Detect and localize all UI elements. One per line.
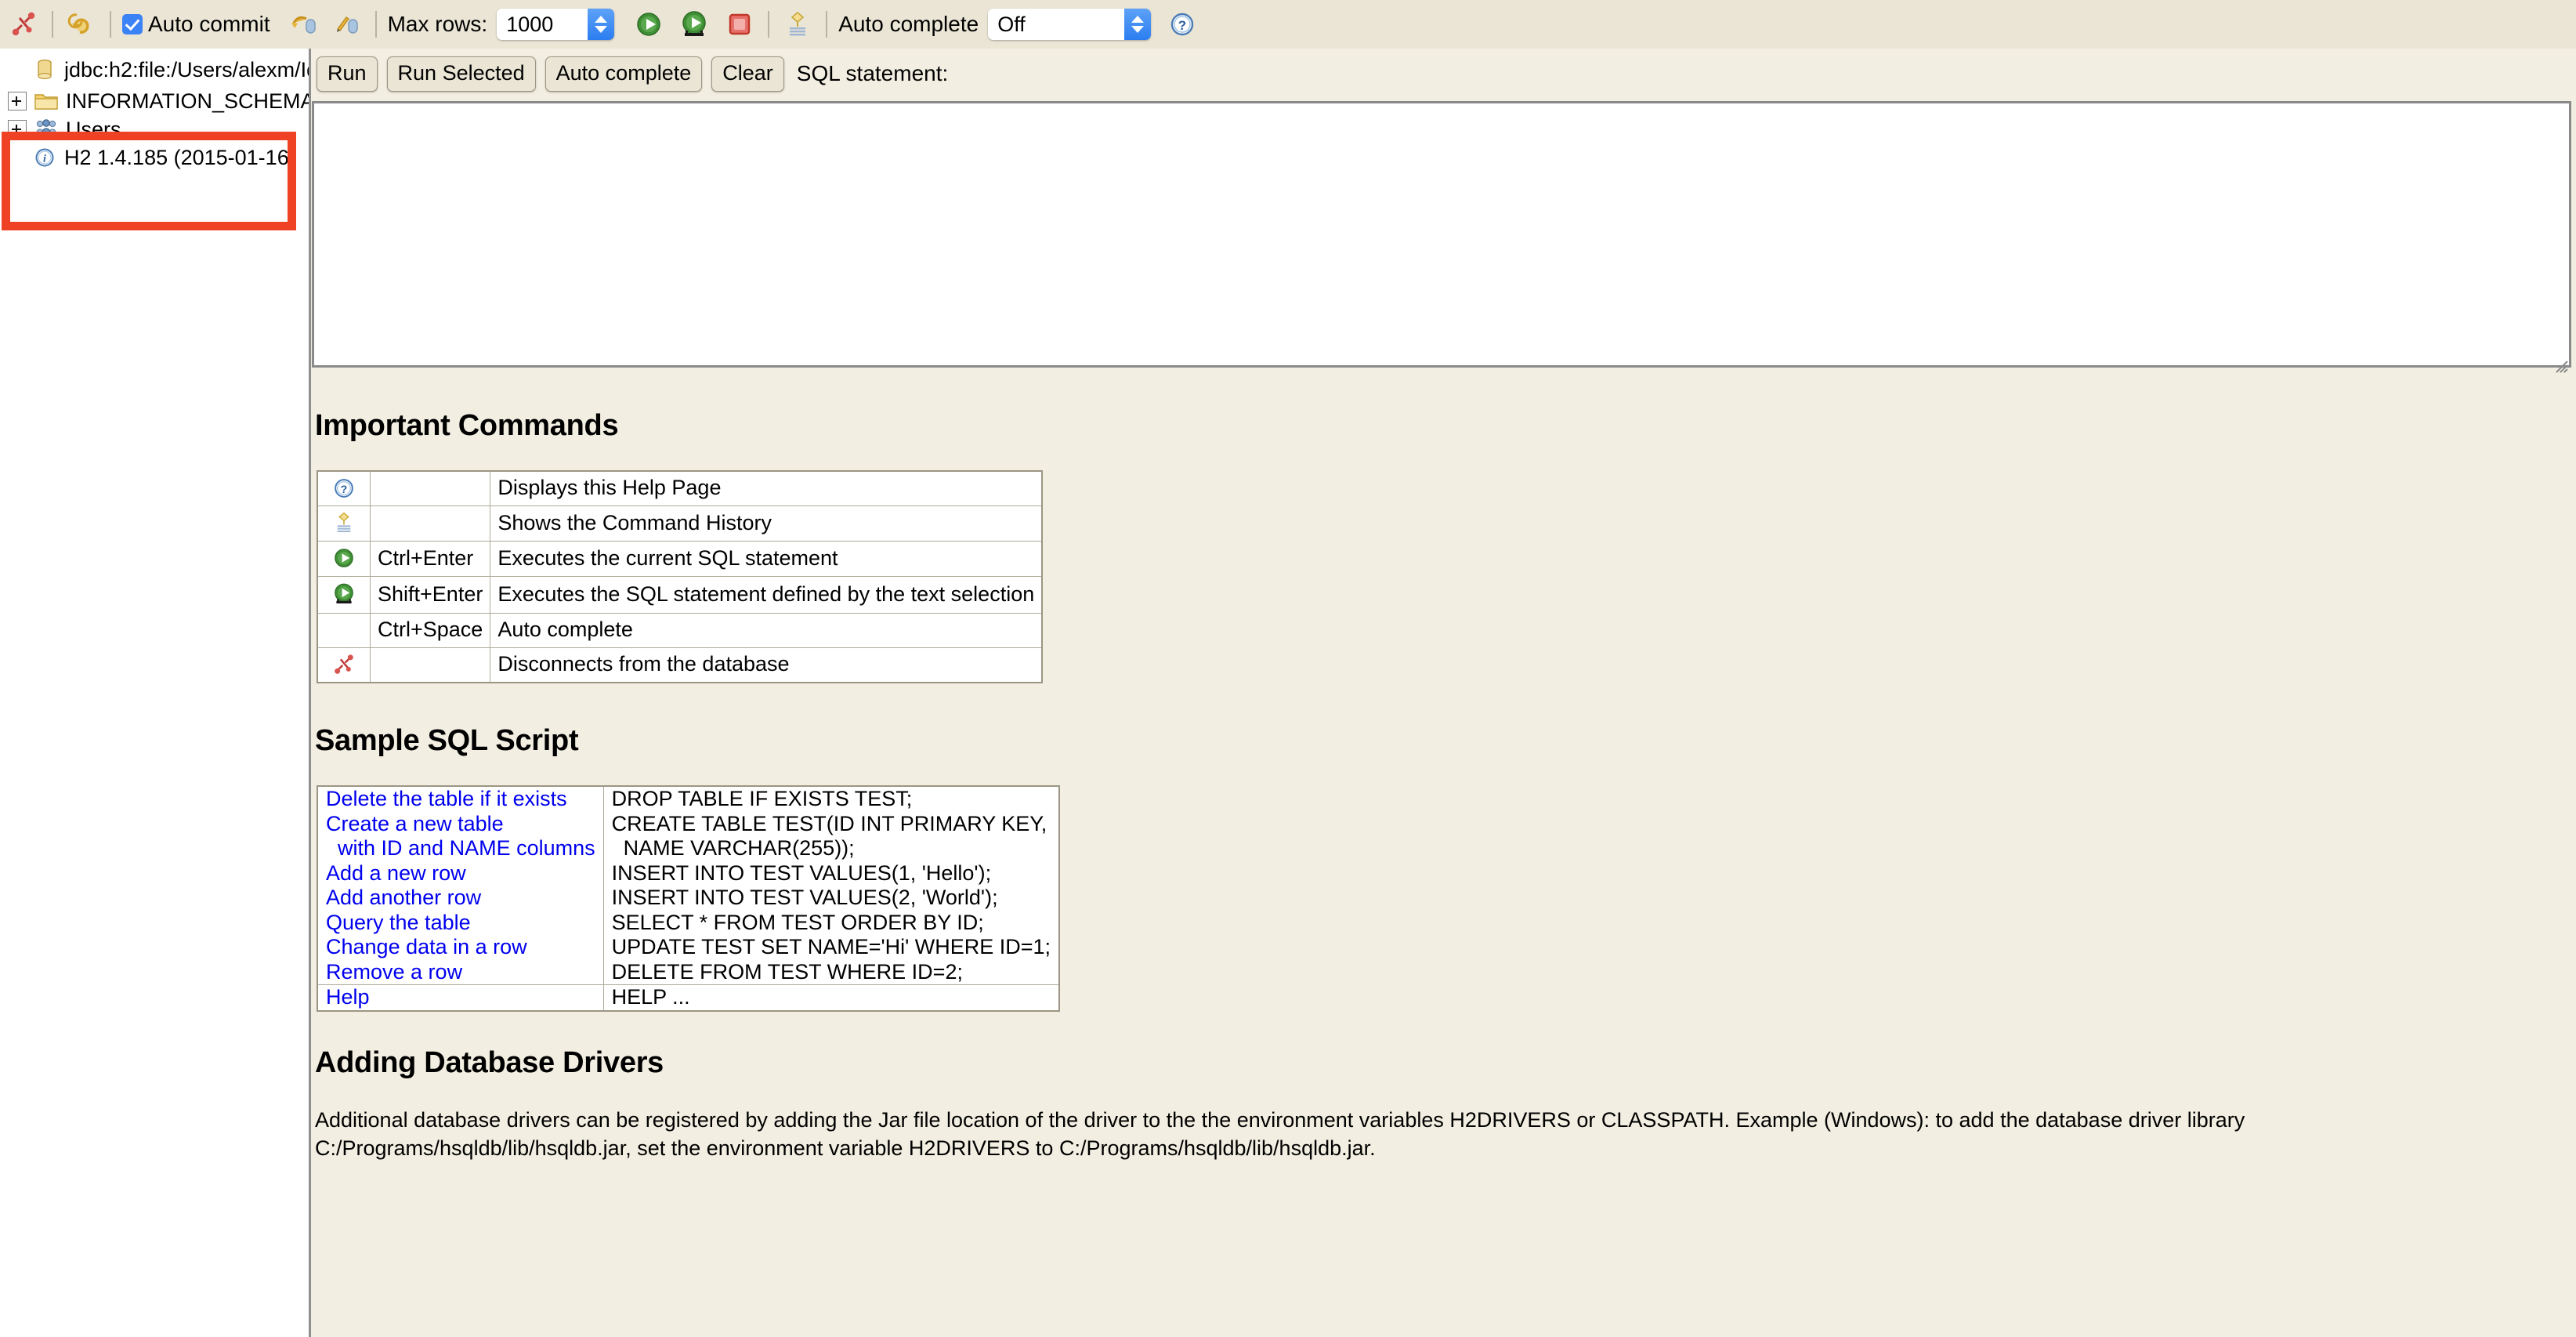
info-icon: i bbox=[31, 146, 58, 169]
run-selected-icon[interactable] bbox=[677, 7, 711, 42]
command-description: Shows the Command History bbox=[490, 505, 1043, 542]
command-description: Auto complete bbox=[490, 613, 1043, 648]
tree-item-information-schema-label: INFORMATION_SCHEMA bbox=[66, 89, 309, 113]
history-icon[interactable] bbox=[780, 7, 815, 42]
sample-sql-help-row: Help HELP ... bbox=[317, 984, 1060, 1011]
toolbar-separator-5 bbox=[826, 11, 828, 38]
run-icon[interactable] bbox=[317, 541, 371, 577]
command-shortcut: Shift+Enter bbox=[369, 576, 491, 614]
sample-sql-descriptions[interactable]: Delete the table if it exists Create a n… bbox=[317, 785, 604, 985]
svg-text:?: ? bbox=[341, 483, 348, 495]
run-button[interactable]: Run bbox=[317, 56, 378, 92]
database-icon bbox=[31, 58, 58, 82]
important-commands-row: Shift+Enter Executes the SQL statement de… bbox=[317, 576, 1043, 614]
tree-item-connection-label: jdbc:h2:file:/Users/alexm/IdeaPro bbox=[64, 57, 309, 82]
adding-drivers-heading: Adding Database Drivers bbox=[315, 1046, 664, 1079]
stop-icon[interactable] bbox=[722, 7, 757, 42]
sql-statement-input[interactable] bbox=[312, 101, 2571, 368]
toolbar-separator-2 bbox=[110, 11, 111, 38]
command-description: Disconnects from the database bbox=[490, 647, 1043, 683]
command-shortcut: Ctrl+Enter bbox=[369, 541, 491, 577]
svg-text:?: ? bbox=[1178, 18, 1186, 33]
auto-commit-group: Auto commit bbox=[122, 12, 270, 37]
important-commands-row: ? Displays this Help Page bbox=[317, 470, 1043, 506]
important-commands-row: Shows the Command History bbox=[317, 505, 1043, 542]
command-shortcut bbox=[369, 470, 491, 506]
tree-item-version-label: H2 1.4.185 (2015-01-16) bbox=[64, 145, 296, 169]
max-rows-arrows[interactable] bbox=[588, 9, 615, 40]
tree-item-information-schema[interactable]: INFORMATION_SCHEMA bbox=[0, 87, 309, 115]
sample-sql-heading: Sample SQL Script bbox=[315, 724, 579, 757]
sql-command-bar: Run Run Selected Auto complete Clear SQL… bbox=[311, 49, 948, 99]
max-rows-stepper[interactable]: 1000 bbox=[497, 9, 615, 40]
clear-button[interactable]: Clear bbox=[711, 56, 784, 92]
help-icon[interactable]: ? bbox=[1165, 7, 1199, 42]
run-icon[interactable] bbox=[631, 7, 666, 42]
toolbar-separator-1 bbox=[52, 11, 53, 38]
tree-item-version[interactable]: i H2 1.4.185 (2015-01-16) bbox=[0, 143, 309, 172]
tree-item-users-label: Users bbox=[66, 117, 121, 141]
auto-complete-arrows[interactable] bbox=[1124, 9, 1152, 40]
sample-sql-help-description[interactable]: Help bbox=[317, 984, 604, 1011]
no-icon bbox=[317, 613, 371, 648]
important-commands-table: ? Displays this Help Page Shows the Comman… bbox=[317, 470, 1044, 683]
run-selected-button[interactable]: Run Selected bbox=[386, 56, 536, 92]
svg-text:i: i bbox=[43, 154, 46, 165]
important-commands-heading: Important Commands bbox=[315, 409, 619, 442]
max-rows-label: Max rows: bbox=[387, 12, 488, 36]
command-shortcut bbox=[369, 647, 491, 683]
important-commands-row: Ctrl+Enter Executes the current SQL state… bbox=[317, 541, 1043, 577]
toolbar-separator-4 bbox=[768, 11, 770, 38]
adding-drivers-paragraph: Additional database drivers can be regis… bbox=[315, 1108, 2245, 1160]
sample-sql-help-statement: HELP ... bbox=[602, 984, 1060, 1011]
history-icon[interactable] bbox=[317, 505, 371, 542]
auto-commit-checkbox[interactable] bbox=[122, 14, 143, 34]
run-selected-icon[interactable] bbox=[317, 576, 371, 614]
important-commands-tbody: ? Displays this Help Page Shows the Comman… bbox=[317, 470, 1043, 683]
disconnect-icon[interactable] bbox=[317, 647, 371, 683]
command-description: Executes the current SQL statement bbox=[490, 541, 1043, 577]
rollback-icon[interactable] bbox=[288, 7, 322, 42]
max-rows-value[interactable]: 1000 bbox=[497, 9, 588, 40]
sample-sql-main-row: Delete the table if it exists Create a n… bbox=[317, 785, 1060, 985]
auto-complete-label: Auto complete bbox=[838, 12, 979, 36]
important-commands-row: Disconnects from the database bbox=[317, 647, 1043, 683]
disconnect-icon[interactable] bbox=[6, 7, 41, 42]
auto-complete-button[interactable]: Auto complete bbox=[545, 56, 703, 92]
command-description: Displays this Help Page bbox=[490, 470, 1043, 506]
users-icon bbox=[33, 118, 60, 141]
important-commands-row: Ctrl+Space Auto complete bbox=[317, 613, 1043, 648]
main-toolbar: Auto commit Max rows: 1000 Auto complete… bbox=[0, 0, 2576, 49]
sample-sql-statements: DROP TABLE IF EXISTS TEST; CREATE TABLE … bbox=[602, 785, 1060, 985]
help-icon[interactable]: ? bbox=[317, 470, 371, 506]
command-shortcut bbox=[369, 505, 491, 542]
auto-commit-label: Auto commit bbox=[148, 12, 270, 36]
commit-icon[interactable] bbox=[330, 7, 364, 42]
auto-complete-value[interactable]: Off bbox=[988, 9, 1125, 40]
tree-item-users[interactable]: Users bbox=[0, 115, 309, 143]
database-tree-panel: jdbc:h2:file:/Users/alexm/IdeaPro INFORM… bbox=[0, 49, 309, 1337]
auto-complete-select[interactable]: Off bbox=[988, 9, 1152, 40]
sql-statement-label: SQL statement: bbox=[796, 61, 949, 85]
expand-toggle-information-schema[interactable] bbox=[8, 92, 27, 111]
command-shortcut: Ctrl+Space bbox=[369, 613, 491, 648]
toolbar-separator-3 bbox=[374, 11, 377, 38]
folder-icon bbox=[33, 89, 60, 113]
sample-sql-table: Delete the table if it exists Create a n… bbox=[317, 785, 1061, 1012]
command-description: Executes the SQL statement defined by th… bbox=[490, 576, 1043, 614]
refresh-icon[interactable] bbox=[64, 7, 99, 42]
expand-toggle-users[interactable] bbox=[8, 120, 27, 139]
tree-item-connection[interactable]: jdbc:h2:file:/Users/alexm/IdeaPro bbox=[0, 56, 309, 84]
main-content-area: Run Run Selected Auto complete Clear SQL… bbox=[311, 49, 2576, 1337]
